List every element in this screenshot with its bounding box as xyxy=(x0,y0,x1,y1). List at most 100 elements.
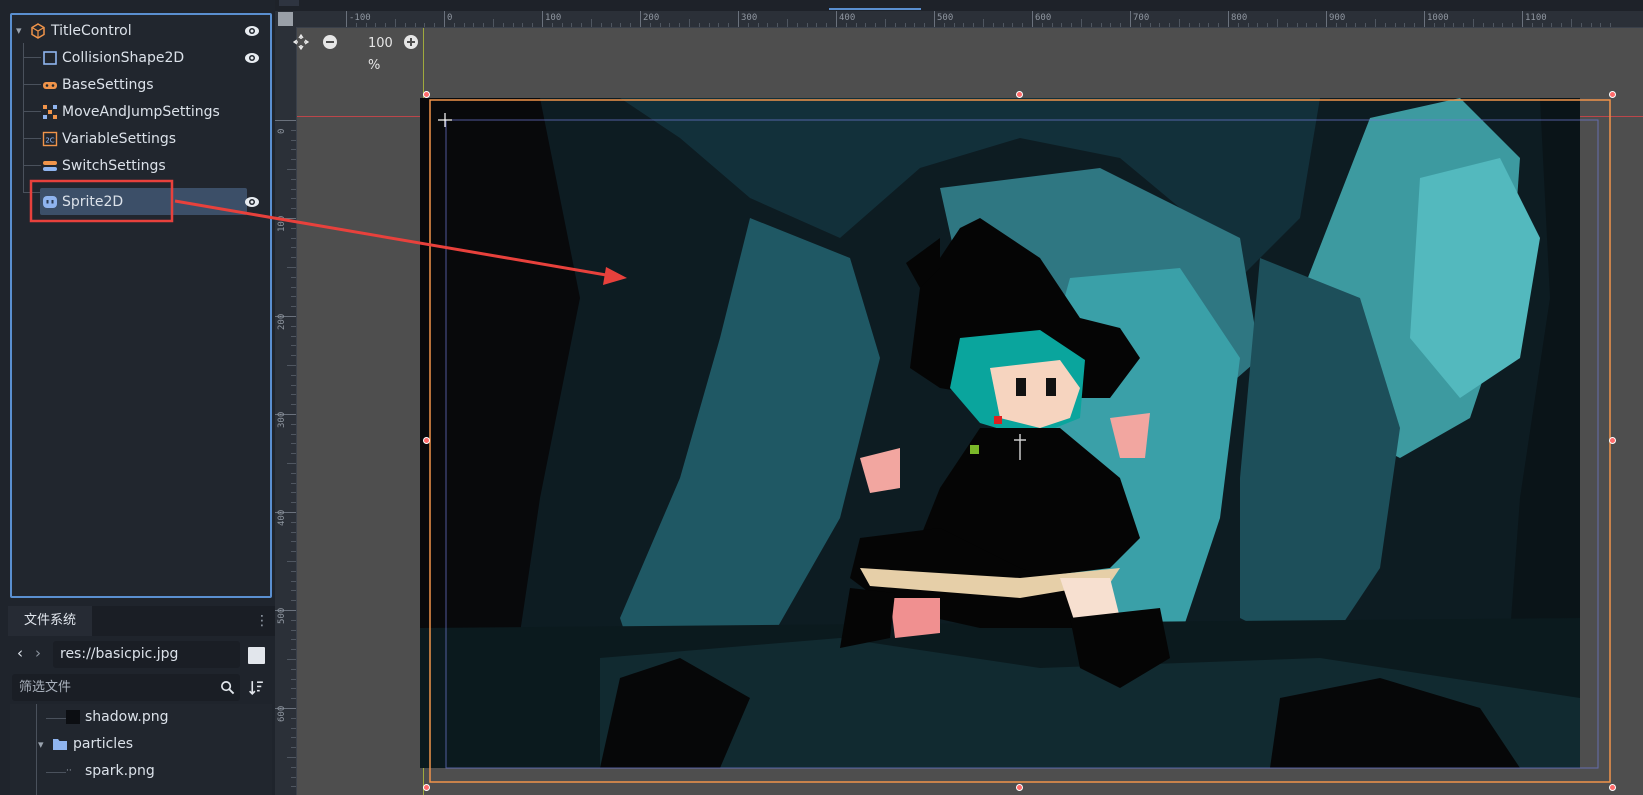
path-field[interactable]: res://basicpic.jpg xyxy=(53,641,240,668)
ruler-minor-tick xyxy=(287,169,296,170)
more-options-icon[interactable]: ⋮ xyxy=(255,614,269,628)
ruler-minor-tick xyxy=(571,23,573,27)
resize-handle[interactable] xyxy=(1609,784,1616,791)
ruler-minor-tick xyxy=(287,659,296,660)
ruler-minor-tick xyxy=(287,463,296,464)
ruler-minor-tick xyxy=(1267,23,1269,27)
tree-item-switchsettings[interactable]: SwitchSettings xyxy=(12,152,270,180)
resize-handle[interactable] xyxy=(1016,784,1023,791)
variable-icon: 2C xyxy=(42,131,58,147)
tree-item-label: SwitchSettings xyxy=(62,158,166,174)
ruler-minor-tick xyxy=(1384,23,1386,27)
file-label: spark.png xyxy=(85,763,155,779)
ruler-minor-tick xyxy=(291,717,296,719)
ruler-minor-tick xyxy=(291,247,296,249)
ruler-label: 300 xyxy=(741,13,758,23)
tree-item-moveandjumpsettings[interactable]: MoveAndJumpSettings xyxy=(12,98,270,126)
ruler-minor-tick xyxy=(992,23,994,27)
ruler-minor-tick xyxy=(291,531,296,533)
ruler-minor-tick xyxy=(591,19,592,27)
ruler-minor-tick xyxy=(757,23,759,27)
tree-item-basesettings[interactable]: BaseSettings xyxy=(12,71,270,99)
file-label: shadow.png xyxy=(85,709,169,725)
ruler-label: 900 xyxy=(1329,13,1346,23)
resize-handle[interactable] xyxy=(423,784,430,791)
ruler-minor-tick xyxy=(463,23,465,27)
tree-item-variablesettings[interactable]: 2C VariableSettings xyxy=(12,125,270,153)
ruler-minor-tick xyxy=(1061,23,1063,27)
ruler-minor-tick xyxy=(291,688,296,690)
ruler-minor-tick xyxy=(291,629,296,631)
ruler-minor-tick xyxy=(983,19,984,27)
sprite-image[interactable] xyxy=(420,98,1580,768)
visibility-eye-icon[interactable] xyxy=(244,23,260,39)
ruler-tick xyxy=(738,11,739,27)
ruler-minor-tick xyxy=(532,23,534,27)
ruler-minor-tick xyxy=(1502,23,1504,27)
zoom-level[interactable]: 100 % xyxy=(368,33,393,77)
resize-handle[interactable] xyxy=(423,437,430,444)
ruler-label: 500 xyxy=(937,13,954,23)
ruler-minor-tick xyxy=(291,433,296,435)
center-view-icon[interactable] xyxy=(293,34,309,50)
ruler-minor-tick xyxy=(1002,23,1004,27)
filter-files-input[interactable]: 筛选文件 xyxy=(12,674,240,701)
ruler-minor-tick xyxy=(924,23,926,27)
ruler-minor-tick xyxy=(291,580,296,582)
ruler-minor-tick xyxy=(1414,23,1416,27)
ruler-minor-tick xyxy=(698,23,700,27)
resize-handle[interactable] xyxy=(423,91,430,98)
tab-filesystem[interactable]: 文件系统 xyxy=(8,606,92,636)
ruler-minor-tick xyxy=(1218,23,1220,27)
horizontal-ruler[interactable]: -100 0 100 200 300 400 500 600 700 800 900 1000 1100 xyxy=(296,11,1643,28)
zoom-out-icon[interactable] xyxy=(322,34,338,50)
sprite-icon xyxy=(43,196,57,208)
ruler-minor-tick xyxy=(291,541,296,543)
ruler-label: 0 xyxy=(447,13,453,23)
ruler-minor-tick xyxy=(512,23,514,27)
ruler-minor-tick xyxy=(1482,23,1484,27)
ruler-minor-tick xyxy=(1012,23,1014,27)
visibility-eye-icon[interactable] xyxy=(244,194,260,210)
forward-icon[interactable]: › xyxy=(35,644,41,662)
scene-tree-panel: ▾ TitleControl CollisionShape2D BaseSett… xyxy=(10,13,272,598)
ruler-minor-tick xyxy=(291,649,296,651)
tree-item-collisionshape2d[interactable]: CollisionShape2D xyxy=(12,44,270,72)
resize-handle[interactable] xyxy=(1609,437,1616,444)
resize-handle[interactable] xyxy=(1016,91,1023,98)
ruler-minor-tick xyxy=(453,23,455,27)
resize-handle[interactable] xyxy=(1609,91,1616,98)
tree-item-sprite2d[interactable]: Sprite2D xyxy=(12,188,270,216)
folder-item-particles[interactable]: ▾ particles xyxy=(10,731,260,758)
ruler-minor-tick xyxy=(355,23,357,27)
file-item-spark[interactable]: ·· spark.png xyxy=(10,758,260,785)
ruler-tick xyxy=(640,11,641,27)
ruler-minor-tick xyxy=(767,23,769,27)
ruler-minor-tick xyxy=(291,296,296,298)
toggle-split-icon[interactable] xyxy=(248,647,265,664)
ruler-minor-tick xyxy=(1100,23,1102,27)
zoom-in-icon[interactable] xyxy=(403,34,419,50)
ruler-minor-tick xyxy=(689,19,690,27)
collision-shape-icon xyxy=(43,51,57,65)
ruler-minor-tick xyxy=(385,23,387,27)
vertical-ruler[interactable]: 0 100 200 300 400 500 600 xyxy=(275,11,297,795)
ruler-minor-tick xyxy=(291,600,296,602)
ruler-minor-tick xyxy=(291,472,296,474)
ruler-minor-tick xyxy=(1590,23,1592,27)
chevron-down-icon[interactable]: ▾ xyxy=(38,731,44,758)
ruler-label: 1100 xyxy=(1525,13,1547,23)
back-icon[interactable]: ‹ xyxy=(17,644,23,662)
visibility-eye-icon[interactable] xyxy=(244,50,260,66)
ruler-minor-tick xyxy=(493,19,494,27)
file-item-shadow[interactable]: shadow.png xyxy=(10,704,260,731)
ruler-minor-tick xyxy=(291,678,296,680)
tree-item-titlecontrol[interactable]: ▾ TitleControl xyxy=(12,17,270,45)
filesystem-tree: shadow.png ▾ particles ·· spark.png xyxy=(10,704,272,795)
ruler-minor-tick xyxy=(287,561,296,562)
ruler-minor-tick xyxy=(1198,23,1200,27)
sort-icon[interactable] xyxy=(248,679,265,696)
ruler-minor-tick xyxy=(291,257,296,259)
chevron-down-icon[interactable]: ▾ xyxy=(16,17,22,45)
ruler-minor-tick xyxy=(365,23,367,27)
